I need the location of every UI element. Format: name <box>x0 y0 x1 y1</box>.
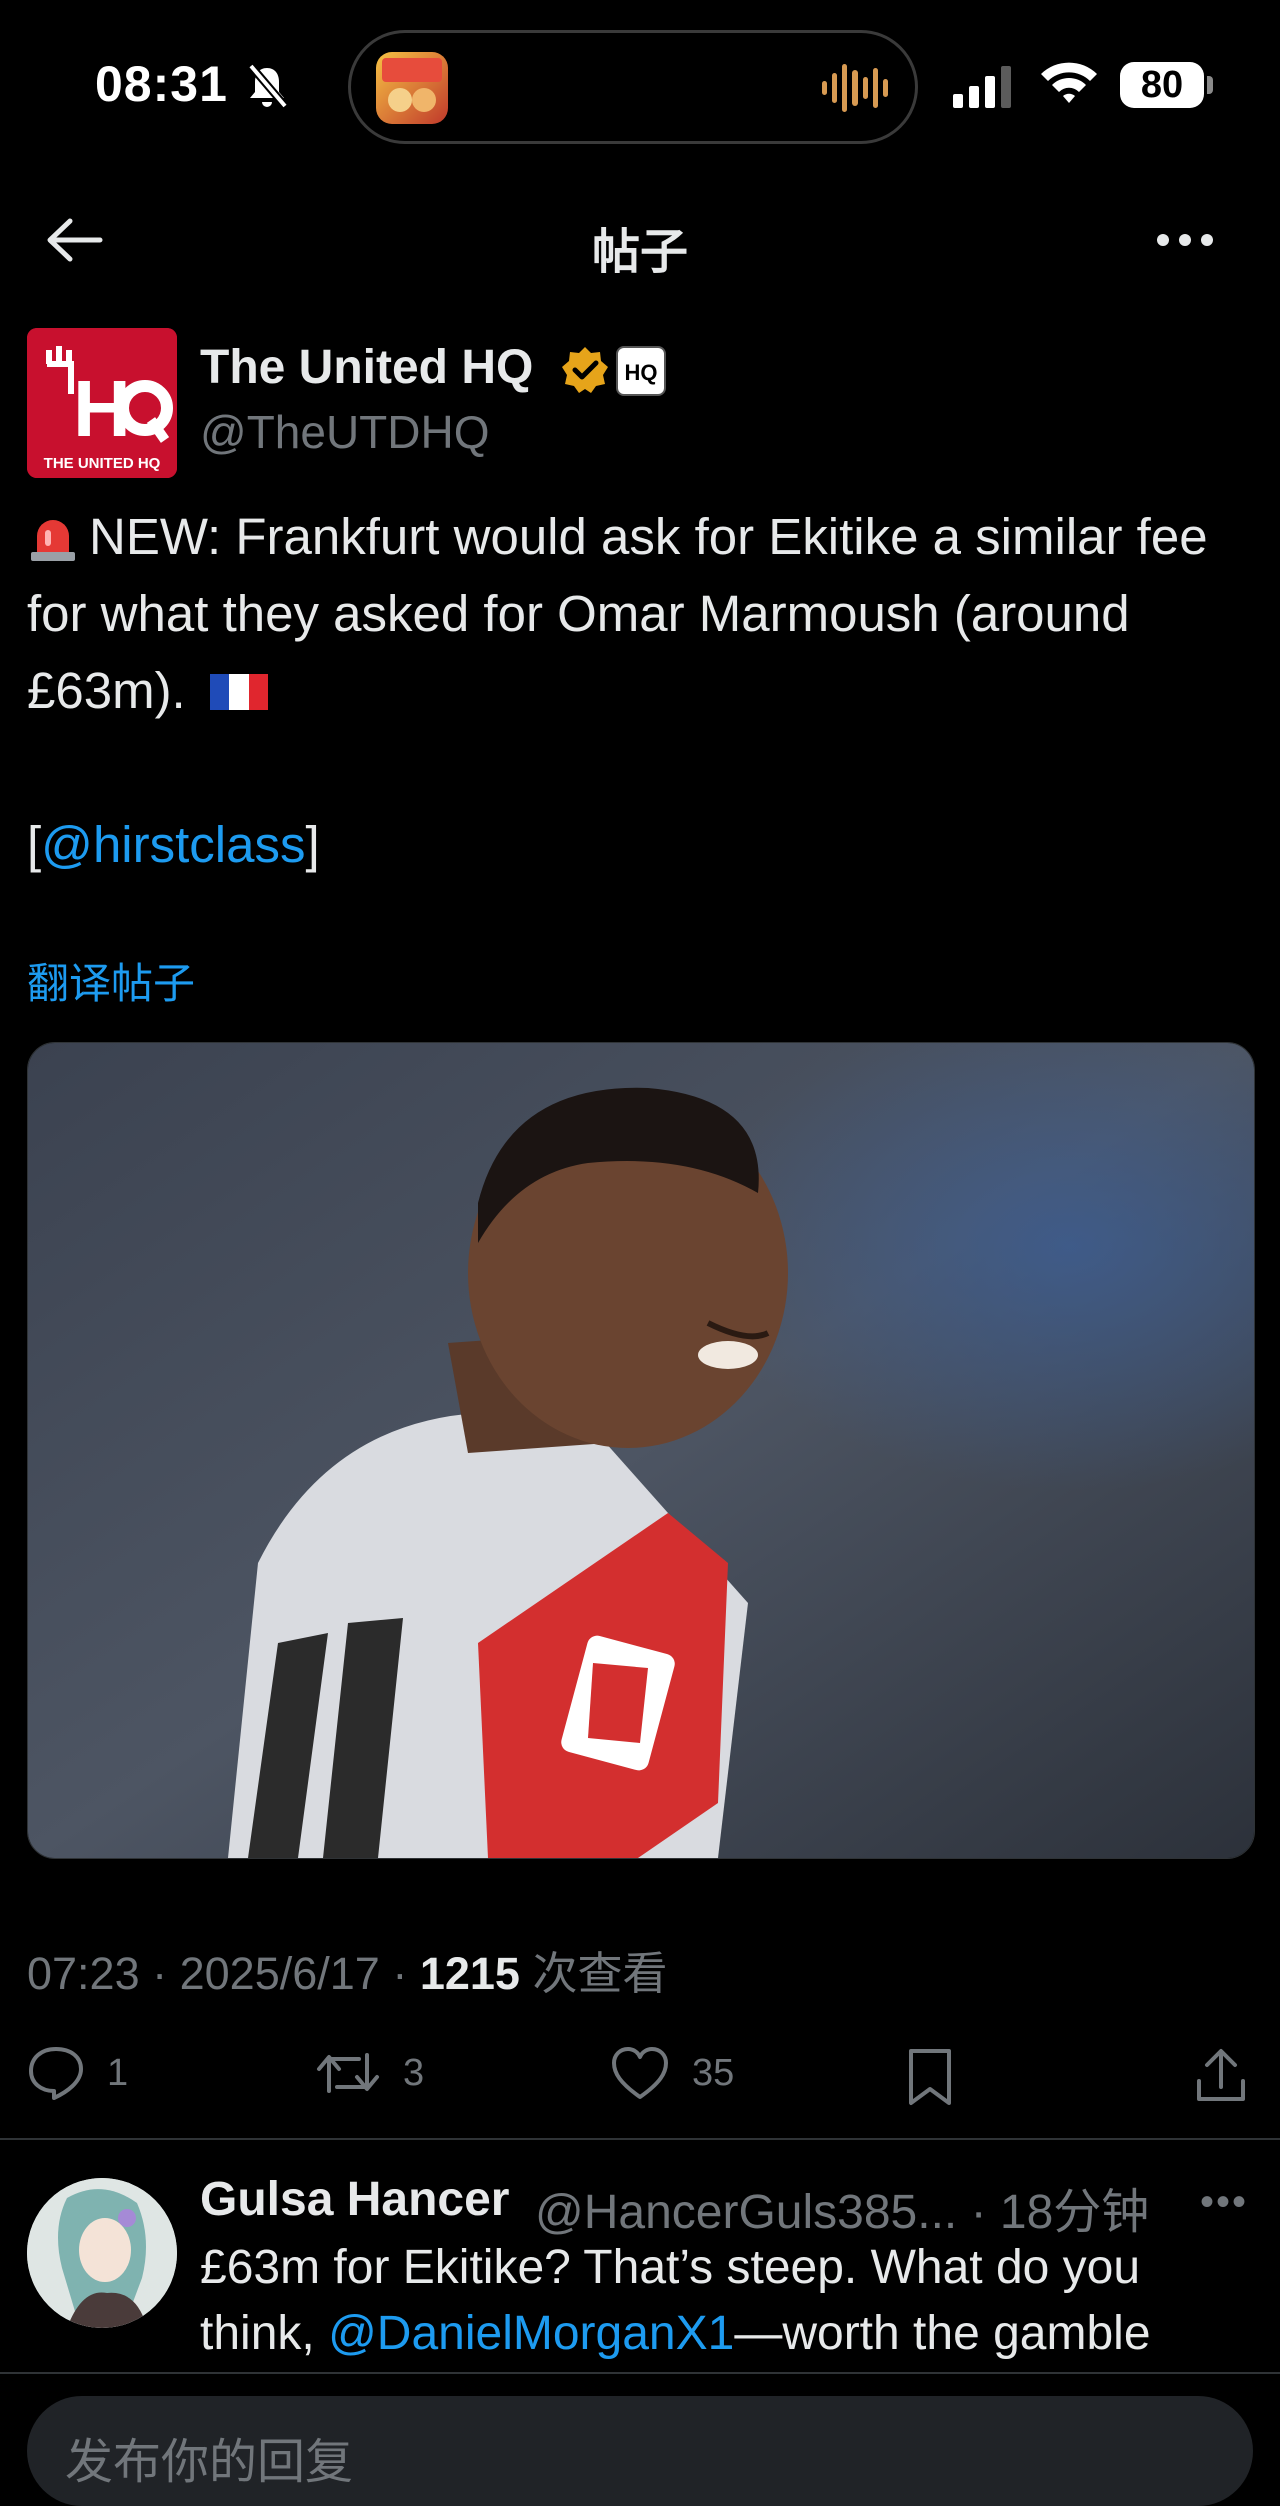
reply-button[interactable]: 1 <box>27 2045 128 2101</box>
more-options-icon[interactable] <box>1155 228 1215 252</box>
reply-icon <box>29 2047 83 2100</box>
siren-emoji-icon <box>31 520 75 561</box>
cellular-signal-icon <box>953 64 1011 108</box>
bracket-open: [ <box>27 816 42 873</box>
repost-button[interactable]: 3 <box>315 2045 424 2101</box>
reply-count: 1 <box>107 2051 129 2094</box>
svg-text:THE UNITED HQ: THE UNITED HQ <box>44 455 161 472</box>
tweet-meta: 07:23 · 2025/6/17 · 1215 次查看 <box>27 1948 668 1999</box>
author-avatar[interactable]: H THE UNITED HQ <box>27 328 177 478</box>
wifi-icon <box>1041 62 1097 103</box>
like-button[interactable]: 35 <box>610 2045 734 2101</box>
mention-link[interactable]: @hirstclass <box>41 816 305 873</box>
view-count: 1215 <box>419 1948 520 1999</box>
reply-author-avatar[interactable] <box>27 2178 177 2328</box>
reply-mention-link[interactable]: @DanielMorganX1 <box>328 2307 734 2360</box>
bracket-close: ] <box>305 816 320 873</box>
share-icon[interactable] <box>1193 2047 1249 2105</box>
repost-count: 3 <box>403 2051 425 2094</box>
tweet-text-main: NEW: Frankfurt would ask for Ekitike a s… <box>27 508 1208 719</box>
battery-indicator: 80 <box>1120 62 1204 108</box>
bookmark-icon[interactable] <box>905 2047 955 2107</box>
reply-more-icon[interactable]: ••• <box>1200 2180 1248 2225</box>
divider <box>0 2138 1280 2140</box>
audio-waveform-icon <box>822 62 888 114</box>
like-count: 35 <box>692 2051 735 2094</box>
action-bar: 1 3 35 <box>0 2045 1280 2115</box>
author-handle[interactable]: @TheUTDHQ <box>200 405 490 459</box>
tweet-time: 07:23 <box>27 1948 140 1999</box>
verified-badge-icon[interactable] <box>560 345 610 395</box>
affiliate-badge[interactable]: HQ <box>616 346 666 396</box>
page-title: 帖子 <box>591 226 688 279</box>
author-name[interactable]: The United HQ <box>200 340 533 395</box>
live-activity-app-icon[interactable] <box>376 52 448 124</box>
reply-author-handle[interactable]: @HancerGuls385... <box>535 2186 957 2239</box>
tweet-date: 2025/6/17 <box>179 1948 380 1999</box>
reply-author-name[interactable]: Gulsa Hancer <box>200 2172 509 2227</box>
reply-composer-placeholder[interactable]: 发布你的回复 <box>65 2422 353 2492</box>
translate-post-link[interactable]: 翻译帖子 <box>27 950 195 1011</box>
reply-text: £63m for Ekitike? That’s steep. What do … <box>200 2235 1210 2367</box>
view-label: 次查看 <box>532 1948 668 1999</box>
silent-bell-icon <box>247 63 289 109</box>
tweet-text: NEW: Frankfurt would ask for Ekitike a s… <box>27 498 1267 883</box>
heart-icon <box>612 2047 668 2099</box>
reply-text-after: —worth the gamble <box>734 2307 1151 2360</box>
tweet-image[interactable] <box>27 1042 1255 1859</box>
reply-time: · 18分钟 <box>970 2186 1150 2239</box>
france-flag-icon <box>209 674 268 710</box>
repost-icon <box>317 2053 379 2093</box>
status-time: 08:31 <box>95 56 228 112</box>
reply-handle-line: @HancerGuls385... · 18分钟 <box>535 2172 1149 2242</box>
battery-cap <box>1207 76 1213 94</box>
